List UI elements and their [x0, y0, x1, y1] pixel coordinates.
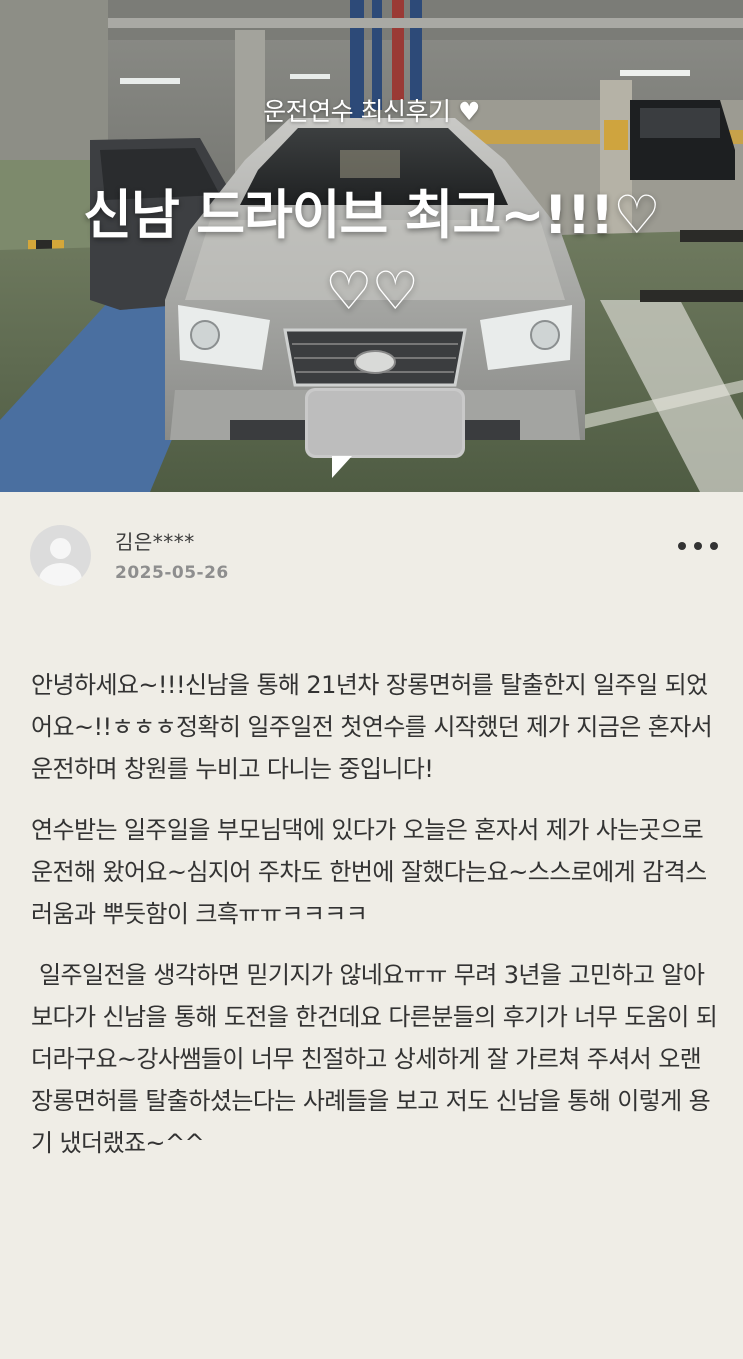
post-paragraph: 일주일전을 생각하면 믿기지가 않네요ㅠㅠ 무려 3년을 고민하고 알아보다가 … [31, 961, 718, 1157]
post-header: 김은**** 2025-05-26 [30, 522, 720, 592]
hero-subtitle: 운전연수 최신후기 ♥ [263, 97, 480, 126]
hero-photo: 운전연수 최신후기 ♥ 신남 드라이브 최고~!!!♡ ♡♡ [0, 0, 743, 492]
hero-headline: 신남 드라이브 최고~!!!♡ ♡♡ [83, 185, 660, 322]
author-name[interactable]: 김은**** [115, 526, 195, 555]
post-paragraph: 안녕하세요~!!!신남을 통해 21년차 장롱면허를 탈출한지 일주일 되었어요… [31, 671, 713, 783]
avatar-head [50, 538, 71, 559]
avatar-shoulders [39, 563, 82, 586]
post-paragraph: 연수받는 일주일을 부모님댁에 있다가 오늘은 혼자서 제가 사는곳으로 운전해… [31, 816, 707, 928]
post-body: 안녕하세요~!!!신남을 통해 21년차 장롱면허를 탈출한지 일주일 되었어요… [31, 664, 721, 1183]
default-profile-icon[interactable] [30, 525, 91, 586]
more-options-button[interactable] [676, 536, 720, 554]
post-date: 2025-05-26 [115, 563, 229, 583]
